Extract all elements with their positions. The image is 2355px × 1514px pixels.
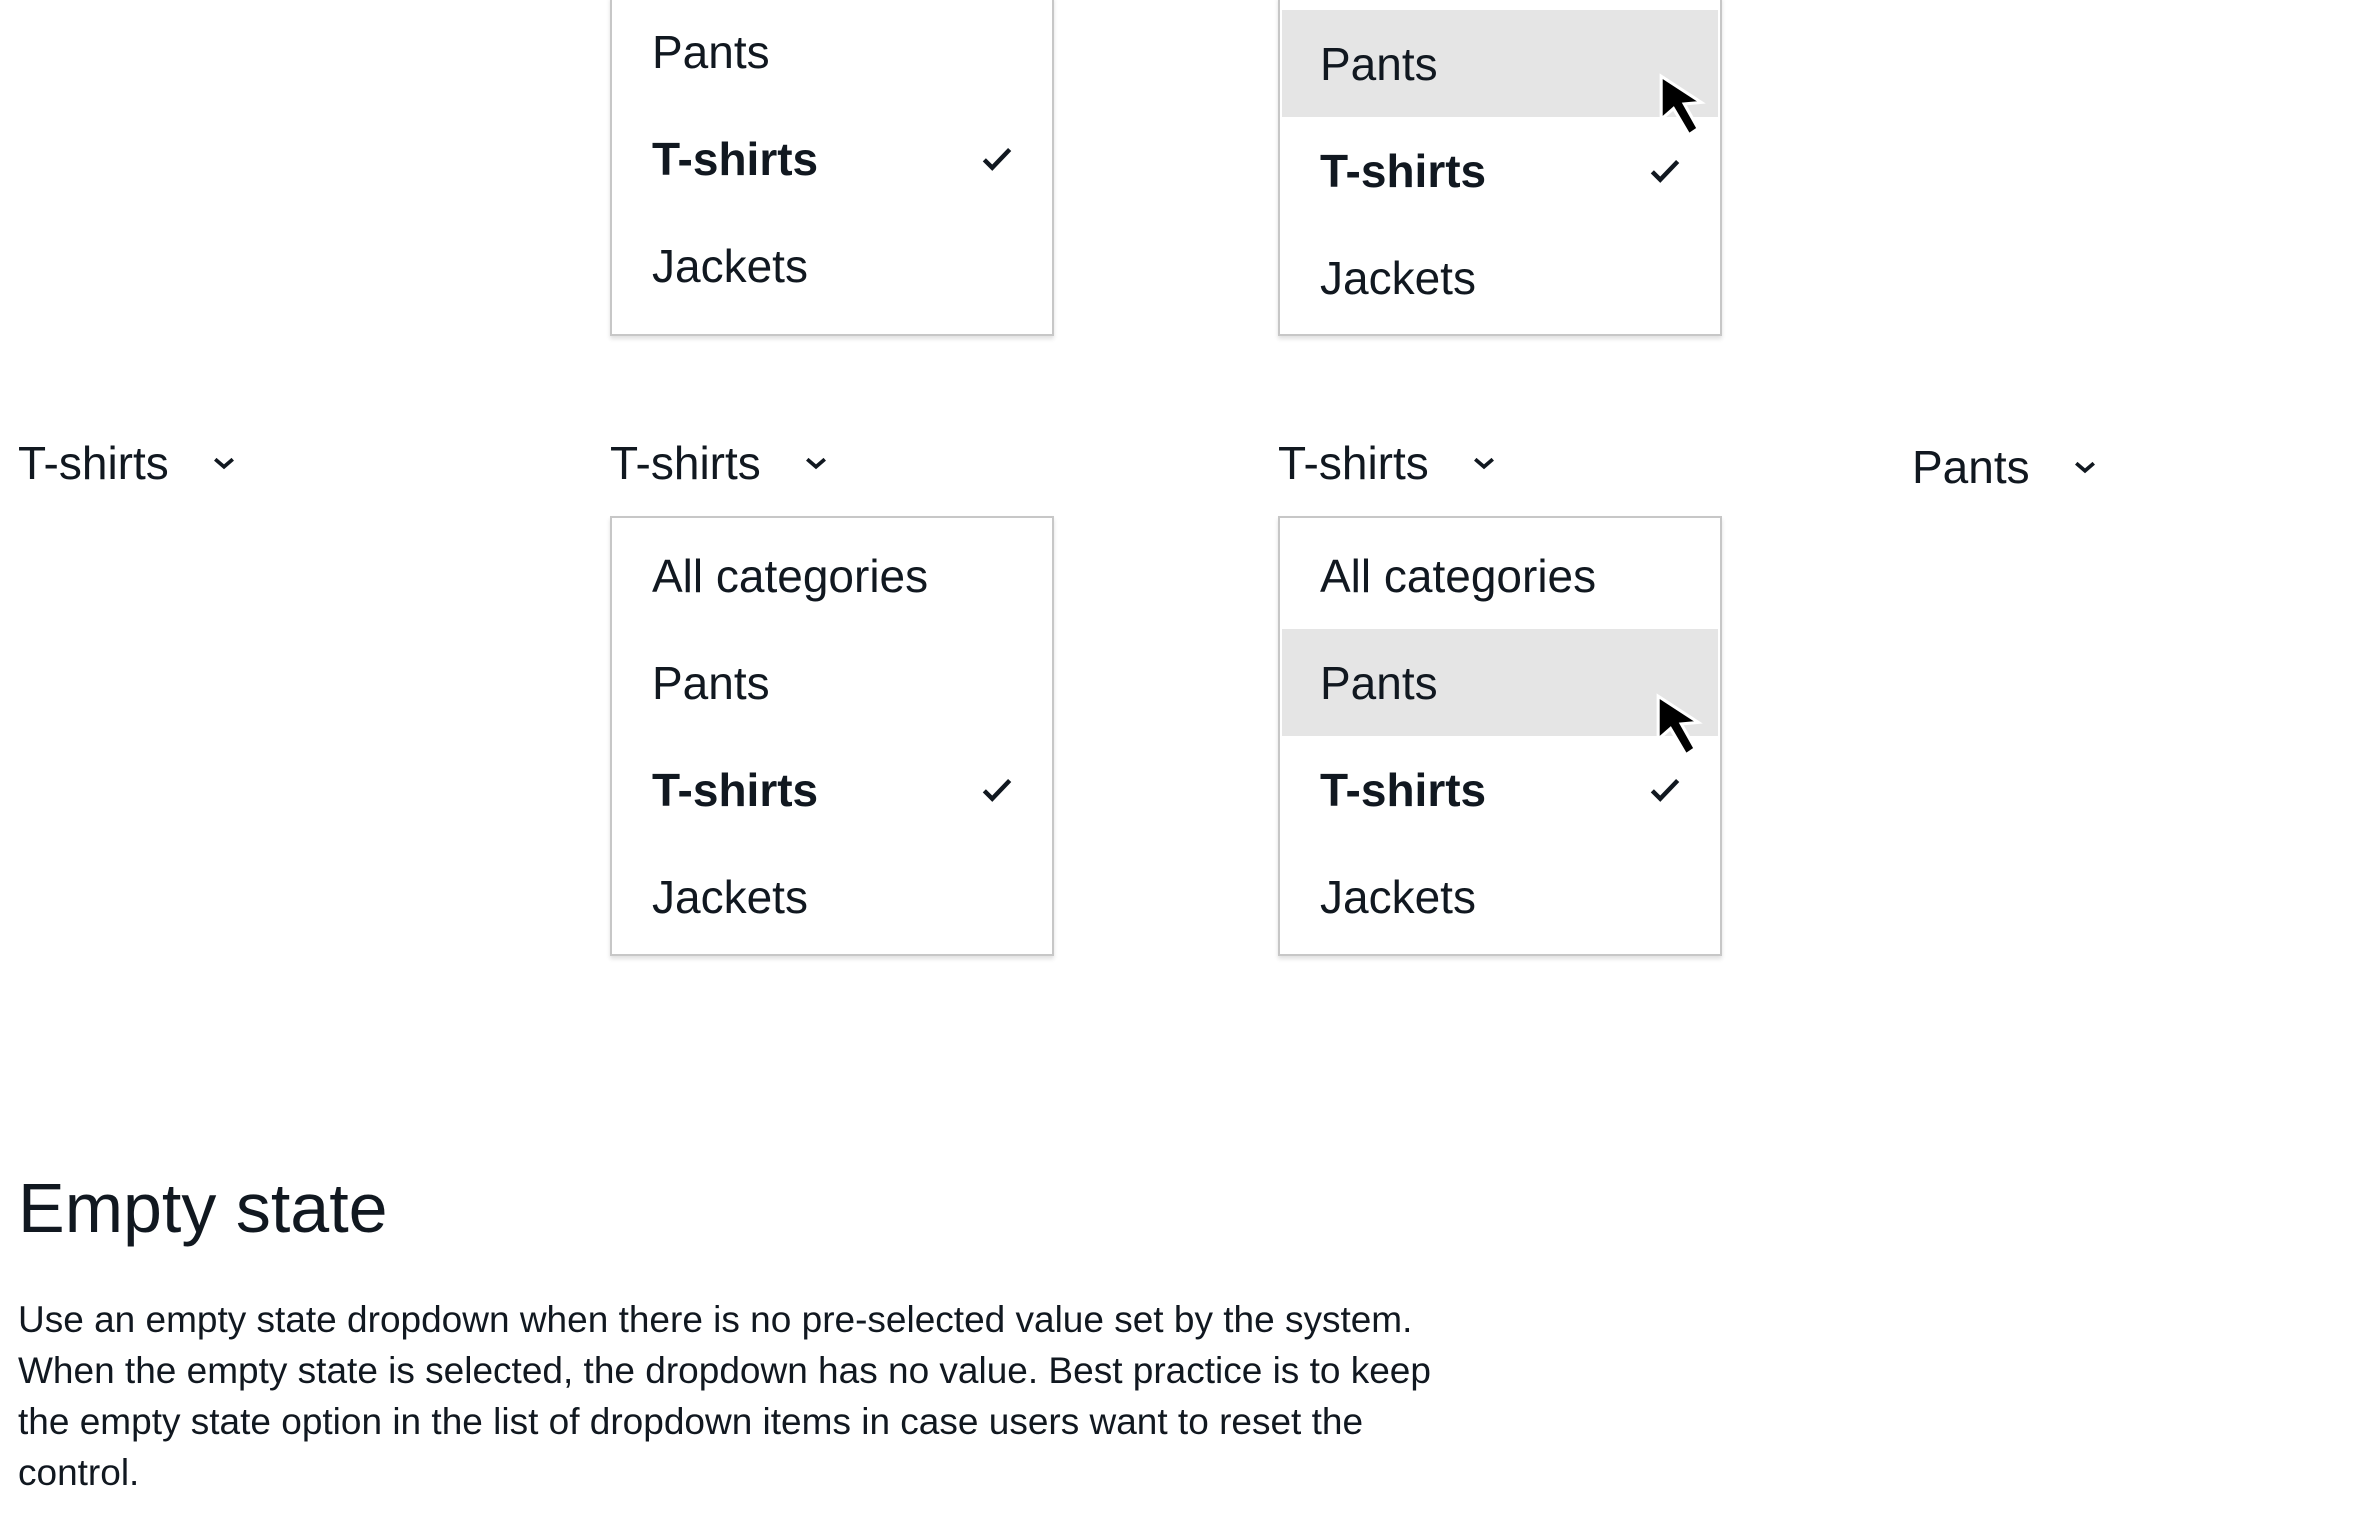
menu-item-pants[interactable]: Pants bbox=[612, 629, 1052, 736]
menu-item-tshirts[interactable]: T-shirts bbox=[612, 105, 1052, 212]
dropdown-menu-top-left: Pants T-shirts Jackets bbox=[610, 0, 1054, 336]
menu-item-tshirts[interactable]: T-shirts bbox=[1280, 117, 1720, 224]
section-title: Empty state bbox=[18, 1169, 388, 1247]
dropdown-menu-top-right: Pants T-shirts Jackets bbox=[1278, 0, 1722, 336]
checkmark-icon bbox=[1650, 159, 1680, 183]
chevron-down-icon bbox=[213, 457, 234, 470]
checkmark-icon bbox=[1650, 778, 1680, 802]
menu-item-jackets[interactable]: Jackets bbox=[612, 212, 1052, 319]
section-description: Use an empty state dropdown when there i… bbox=[18, 1299, 1431, 1493]
dropdown-trigger-closed[interactable]: T-shirts bbox=[18, 436, 239, 490]
dropdown-trigger-closed-pants[interactable]: Pants bbox=[1912, 440, 2100, 494]
menu-item-jackets[interactable]: Jackets bbox=[1280, 843, 1720, 950]
menu-item-tshirts[interactable]: T-shirts bbox=[1280, 736, 1720, 843]
dropdown-trigger-open[interactable]: T-shirts bbox=[610, 436, 831, 490]
chevron-down-icon bbox=[2074, 461, 2095, 474]
chevron-down-icon bbox=[805, 457, 826, 470]
menu-item-pants-hover[interactable]: Pants bbox=[1282, 10, 1718, 117]
menu-item-tshirts[interactable]: T-shirts bbox=[612, 736, 1052, 843]
menu-item-all-categories[interactable]: All categories bbox=[612, 522, 1052, 629]
menu-item-pants-hover[interactable]: Pants bbox=[1282, 629, 1718, 736]
dropdown-menu-open-hover: All categories Pants T-shirts Jackets bbox=[1278, 516, 1722, 956]
dropdown-menu-open: All categories Pants T-shirts Jackets bbox=[610, 516, 1054, 956]
dropdown-trigger-open-hover[interactable]: T-shirts bbox=[1278, 436, 1499, 490]
menu-item-jackets[interactable]: Jackets bbox=[1280, 224, 1720, 331]
menu-item-all-categories[interactable]: All categories bbox=[1280, 522, 1720, 629]
menu-item-jackets[interactable]: Jackets bbox=[612, 843, 1052, 950]
checkmark-icon bbox=[982, 147, 1012, 171]
chevron-down-icon bbox=[1473, 457, 1494, 470]
checkmark-icon bbox=[982, 778, 1012, 802]
menu-item-pants[interactable]: Pants bbox=[612, 0, 1052, 105]
